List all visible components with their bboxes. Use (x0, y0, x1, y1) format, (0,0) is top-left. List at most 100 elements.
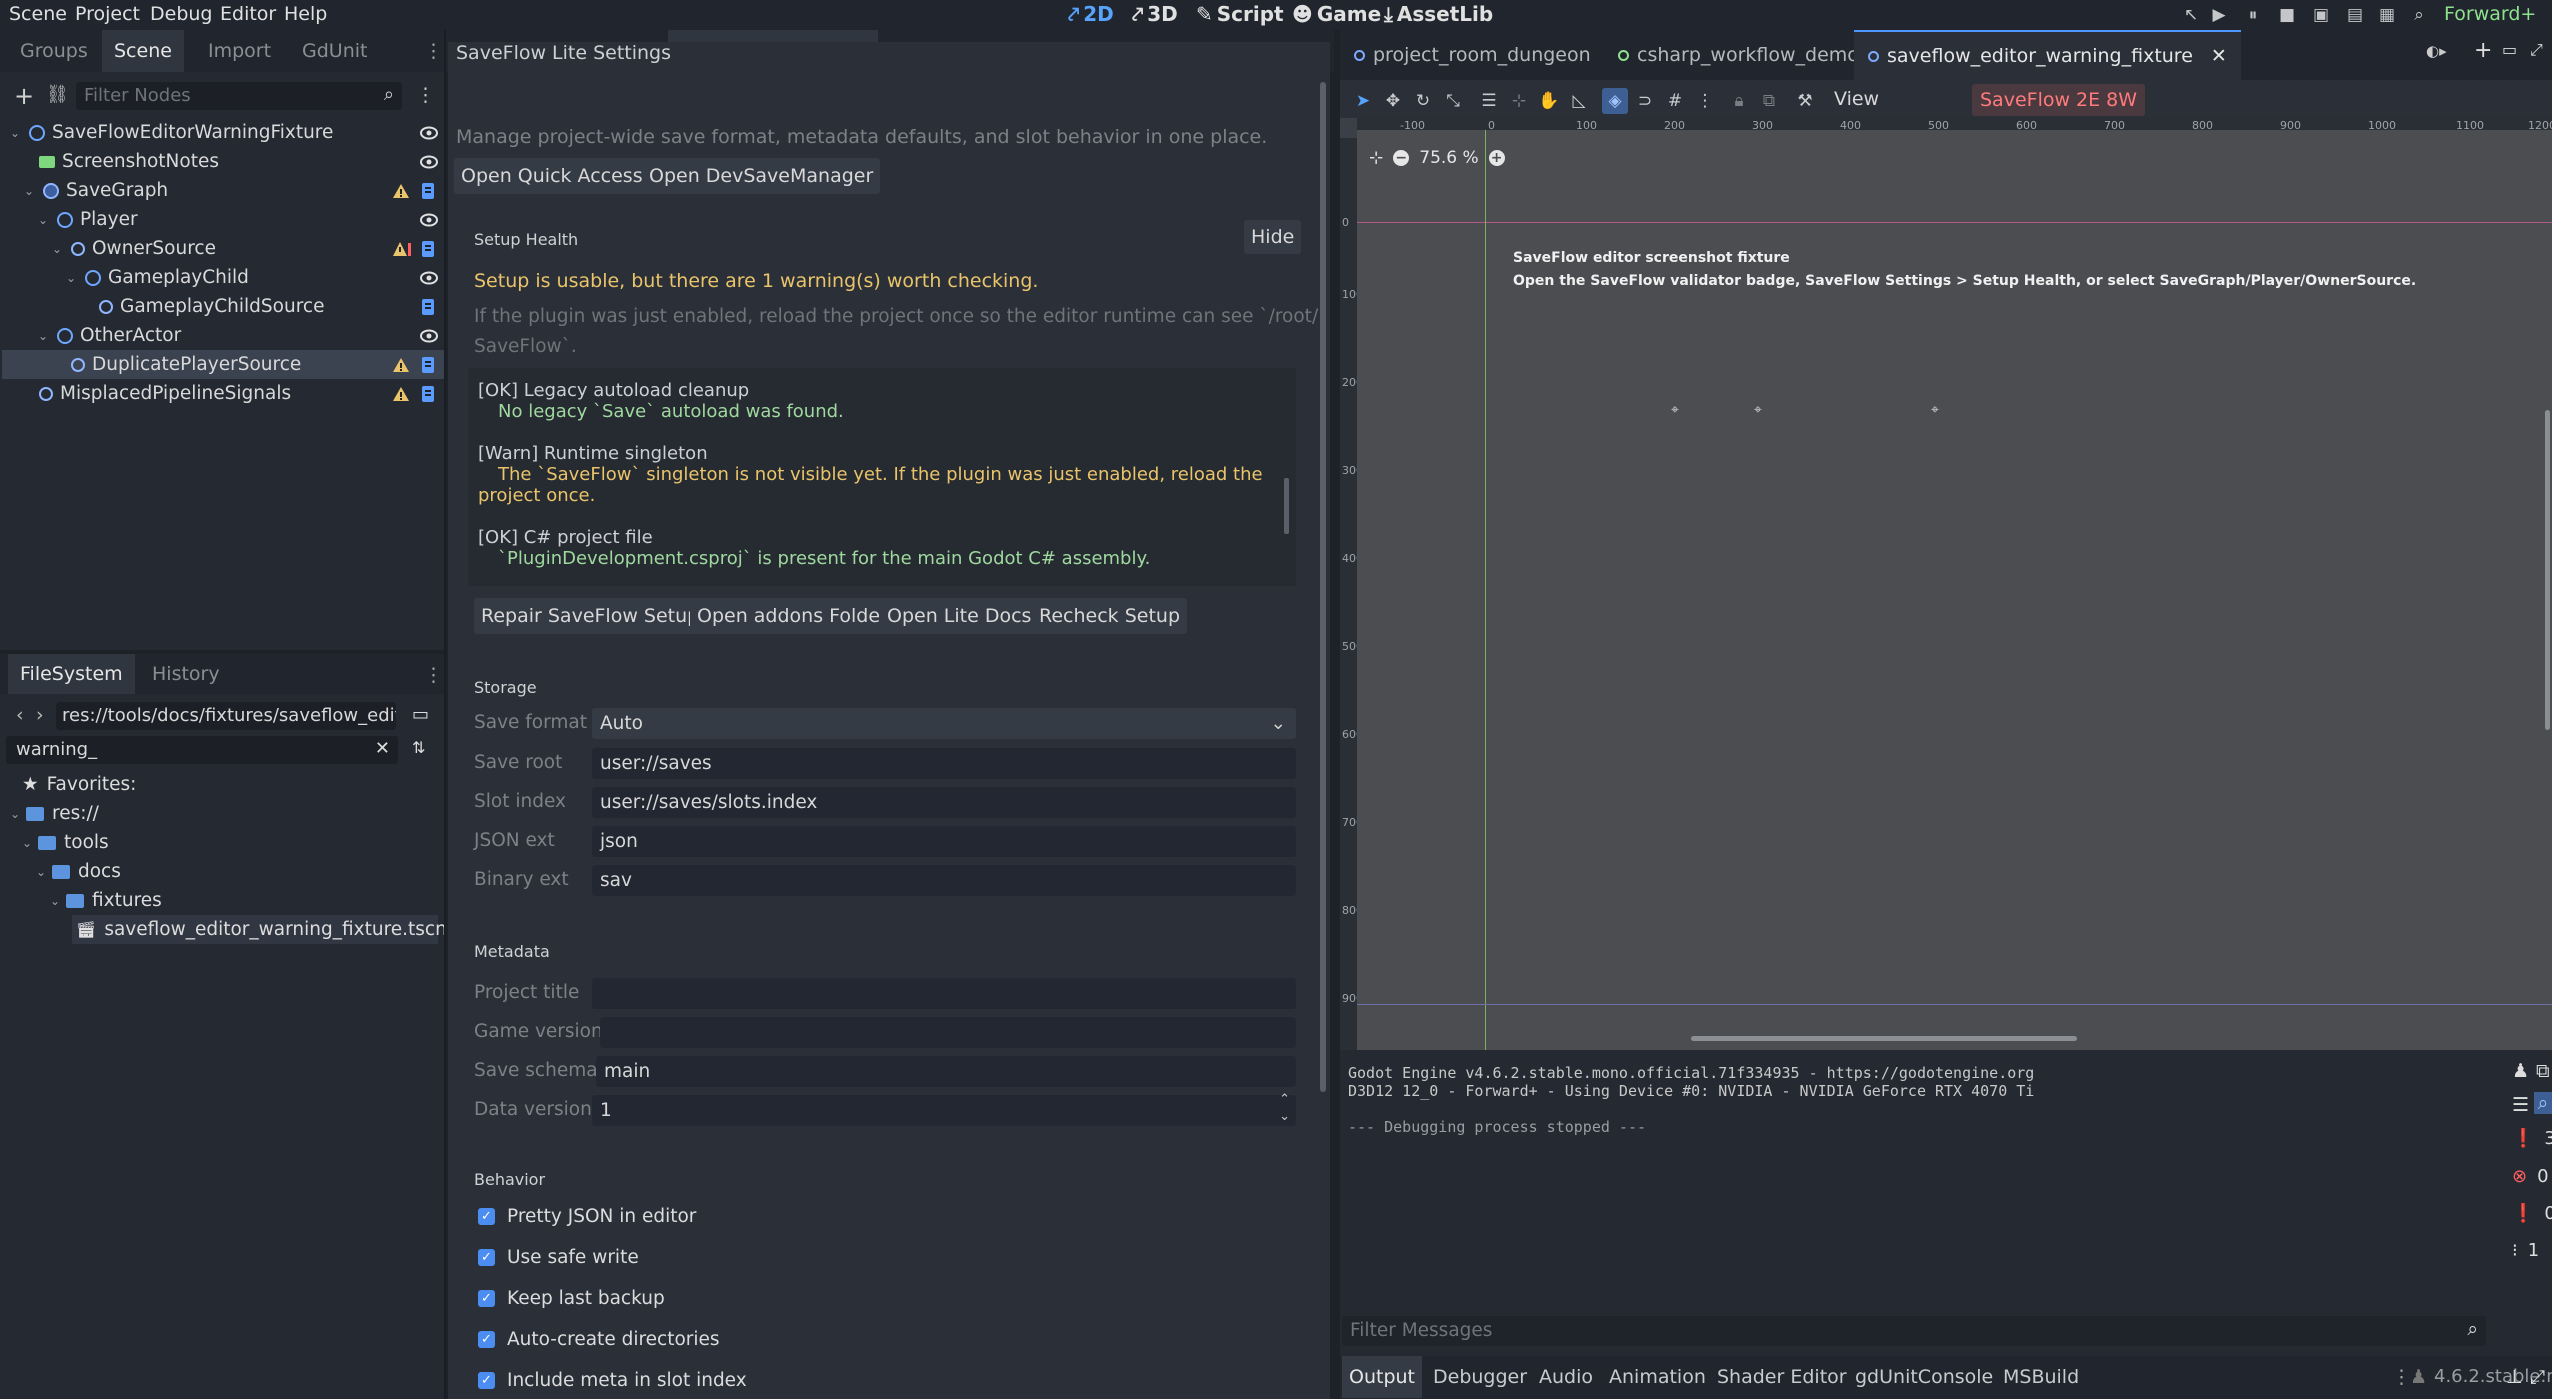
stepper-icon[interactable]: ⌃ ⌄ (1279, 1091, 1290, 1125)
slot-index-input[interactable]: user://saves/slots.index (592, 787, 1296, 818)
dock-menu-icon[interactable]: ⋮ (424, 40, 443, 62)
pretty-json-checkbox[interactable]: ✓ Pretty JSON in editor (478, 1206, 696, 1227)
folder-fixtures[interactable]: ⌄ fixtures (48, 886, 162, 915)
open-lite-docs-button[interactable]: Open Lite Docs (880, 598, 1039, 634)
tree-node-screenshotnotes[interactable]: ScreenshotNotes (2, 147, 444, 176)
script-icon[interactable] (420, 356, 436, 374)
open-devsavemanager-button[interactable]: Open DevSaveManager (642, 158, 881, 194)
pivot-tool-icon[interactable]: ⊹ (1506, 88, 1532, 114)
more-options-icon[interactable]: ⋮ (1692, 88, 1718, 114)
keep-backup-checkbox[interactable]: ✓ Keep last backup (478, 1288, 665, 1309)
tab-import[interactable]: Import (196, 30, 283, 72)
tree-node-ownersource[interactable]: ⌄ OwnerSource (2, 234, 444, 263)
collapse-icon[interactable]: ⌄ (64, 271, 78, 285)
folder-tools[interactable]: ⌄ tools (20, 828, 109, 857)
pan-tool-icon[interactable]: ✋ (1536, 88, 1562, 114)
zoom-out-icon[interactable]: − (1393, 150, 1410, 166)
node-marker-icon[interactable]: ⌖ (1754, 402, 1762, 418)
pause-icon[interactable]: ⏸ (2242, 4, 2264, 26)
recheck-setup-button[interactable]: Recheck Setup (1032, 598, 1188, 634)
file-filter-input[interactable]: warning_ ✕ (6, 736, 398, 764)
game-version-input[interactable] (600, 1017, 1296, 1048)
mode-2d-button[interactable]: ⤤ 2D (1068, 2, 1114, 26)
scene-tab-saveflow-editor-warning-fixture[interactable]: saveflow_editor_warning_fixture ✕ (1854, 30, 2241, 80)
collapse-icon[interactable]: ⌄ (34, 865, 48, 879)
inspect-icon[interactable]: ⌕ (2408, 4, 2430, 26)
bone-tool-icon[interactable]: ⚒ (1792, 88, 1818, 114)
output-log[interactable]: Godot Engine v4.6.2.stable.mono.official… (1348, 1064, 2498, 1324)
collapse-messages-icon[interactable]: ☰ (2512, 1094, 2529, 1116)
settings-scrollbar[interactable] (1320, 82, 1326, 1092)
select-tool-icon[interactable]: ➤ (1350, 88, 1376, 114)
zoom-level[interactable]: 75.6 % (1419, 148, 1478, 168)
close-tab-icon[interactable]: ✕ (2211, 45, 2227, 67)
project-title-input[interactable] (592, 978, 1296, 1009)
divider[interactable] (1334, 30, 1340, 1399)
file-scene-item[interactable]: 🎬︎ saveflow_editor_warning_fixture.tscn (72, 915, 447, 944)
tab-history[interactable]: History (140, 654, 232, 694)
collapse-icon[interactable]: ⌄ (48, 894, 62, 908)
editor-count-toggle[interactable]: ⁝ 1 (2512, 1240, 2539, 1261)
visibility-eye-icon[interactable] (420, 271, 438, 285)
tab-output[interactable]: Output (1342, 1356, 1422, 1398)
divider[interactable] (444, 30, 446, 1399)
move-tool-icon[interactable]: ✥ (1380, 88, 1406, 114)
collapse-icon[interactable]: ⌄ (36, 329, 50, 343)
save-schema-input[interactable]: main (596, 1056, 1296, 1087)
tab-history-icon[interactable]: ◐▸ (2426, 42, 2447, 60)
script-icon[interactable] (420, 385, 436, 403)
tab-debugger[interactable]: Debugger (1426, 1356, 1534, 1398)
tab-list-icon[interactable]: ▭ (2502, 40, 2517, 59)
smart-snap-icon[interactable]: ◈ (1602, 88, 1628, 114)
tree-node-gameplaychildsource[interactable]: GameplayChildSource (2, 292, 444, 321)
viewport-canvas[interactable]: ⊹ − 75.6 % + SaveFlow editor screenshot … (1357, 130, 2552, 1050)
magnet-icon[interactable]: ⊃ (1632, 88, 1658, 114)
warning-icon[interactable] (392, 183, 410, 199)
split-mode-icon[interactable]: ▭ (412, 704, 429, 725)
vertical-scrollbar[interactable] (2545, 410, 2550, 730)
warning-count-toggle[interactable]: ❗ 0 (2512, 1203, 2552, 1224)
warning-icon[interactable] (392, 357, 410, 373)
back-icon[interactable]: ‹ (16, 704, 24, 726)
filter-messages-input[interactable]: Filter Messages ⌕ (1342, 1316, 2486, 1346)
scale-tool-icon[interactable]: ⤡ (1440, 88, 1466, 114)
node-marker-icon[interactable]: ⌖ (1931, 402, 1939, 418)
movie-icon[interactable]: ▦ (2376, 4, 2398, 26)
tree-node-duplicateplayersource[interactable]: DuplicatePlayerSource (2, 350, 444, 379)
menu-debug[interactable]: Debug (150, 3, 212, 25)
collapse-icon[interactable]: ⌄ (8, 126, 22, 140)
scene-tab-csharp-workflow-demo[interactable]: csharp_workflow_demo (1604, 30, 1873, 80)
copy-log-icon[interactable]: ⧉ (2536, 1060, 2550, 1082)
tab-animation[interactable]: Animation (1602, 1356, 1713, 1398)
tree-node-root[interactable]: ⌄ SaveFlowEditorWarningFixture (2, 118, 444, 147)
scene-tab-project-room-dungeon[interactable]: project_room_dungeon (1340, 30, 1605, 80)
folder-res[interactable]: ⌄ res:// (8, 799, 99, 828)
dock-menu-icon[interactable]: ⋮ (424, 664, 443, 686)
folder-docs[interactable]: ⌄ docs (34, 857, 121, 886)
play-scene-icon[interactable]: ▤ (2344, 4, 2366, 26)
collapse-icon[interactable]: ⌄ (8, 807, 22, 821)
tab-msbuild[interactable]: MSBuild (1996, 1356, 2086, 1398)
grid-snap-icon[interactable]: # (1662, 88, 1688, 114)
message-count-toggle[interactable]: ❗ 3 (2512, 1128, 2552, 1149)
error-warning-icon[interactable] (392, 241, 411, 257)
tree-node-player[interactable]: ⌄ Player (2, 205, 444, 234)
mode-3d-button[interactable]: ⤤ 3D (1132, 2, 1178, 26)
mode-game-button[interactable]: ☻ Game (1292, 2, 1381, 26)
data-version-spinbox[interactable]: 1 ⌃ ⌄ (592, 1092, 1296, 1126)
path-input[interactable]: res://tools/docs/fixtures/saveflow_edit (56, 702, 396, 730)
panel-menu-icon[interactable]: ⋮ (2392, 1366, 2411, 1388)
collapse-icon[interactable]: ⌄ (50, 242, 64, 256)
visibility-eye-icon[interactable] (420, 155, 438, 169)
lock-icon[interactable]: 🔒︎ (1726, 88, 1752, 114)
open-quick-access-button[interactable]: Open Quick Access (454, 158, 650, 194)
saveflow-validator-badge[interactable]: SaveFlow 2E 8W (1972, 84, 2146, 116)
node-marker-icon[interactable]: ⌖ (1671, 402, 1679, 418)
menu-help[interactable]: Help (284, 3, 327, 25)
tab-filesystem[interactable]: FileSystem (8, 654, 135, 694)
zoom-in-icon[interactable]: + (1488, 150, 1505, 166)
selectable-list-icon[interactable]: ☰ (1476, 88, 1502, 114)
tab-groups[interactable]: Groups (8, 30, 100, 72)
tree-node-savegraph[interactable]: ⌄ SaveGraph (2, 176, 444, 205)
script-icon[interactable] (420, 182, 436, 200)
